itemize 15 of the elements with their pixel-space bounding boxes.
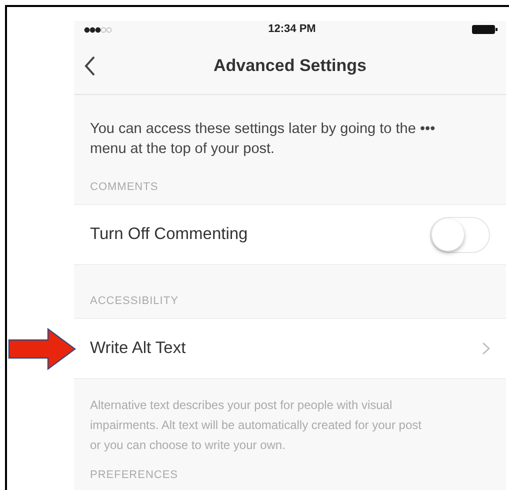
status-time: 12:34 PM <box>268 22 316 38</box>
battery-icon <box>472 25 498 34</box>
screen-title: Advanced Settings <box>213 55 367 78</box>
settings-row[interactable]: Turn Off Commenting <box>74 204 506 265</box>
section-header: ACCESSIBILITY <box>90 294 178 310</box>
chevron-icon <box>482 342 490 355</box>
section-header: COMMENTS <box>90 180 158 196</box>
signal-icon <box>84 26 112 32</box>
row-label: Write Alt Text <box>90 338 186 360</box>
intro-text: You can access these settings later by going to the ••• menu at the top of your post. <box>90 121 436 157</box>
footer-text: Alternative text describes your post for people with visual impairments. Alt text will be automatically created for your post or you can choose to write your own. <box>90 398 422 452</box>
section-header: PREFERENCES <box>90 468 178 484</box>
row-label: Turn Off Commenting <box>90 224 248 246</box>
settings-row[interactable]: Write Alt Text <box>74 318 506 379</box>
toggle-switch[interactable] <box>430 216 490 252</box>
